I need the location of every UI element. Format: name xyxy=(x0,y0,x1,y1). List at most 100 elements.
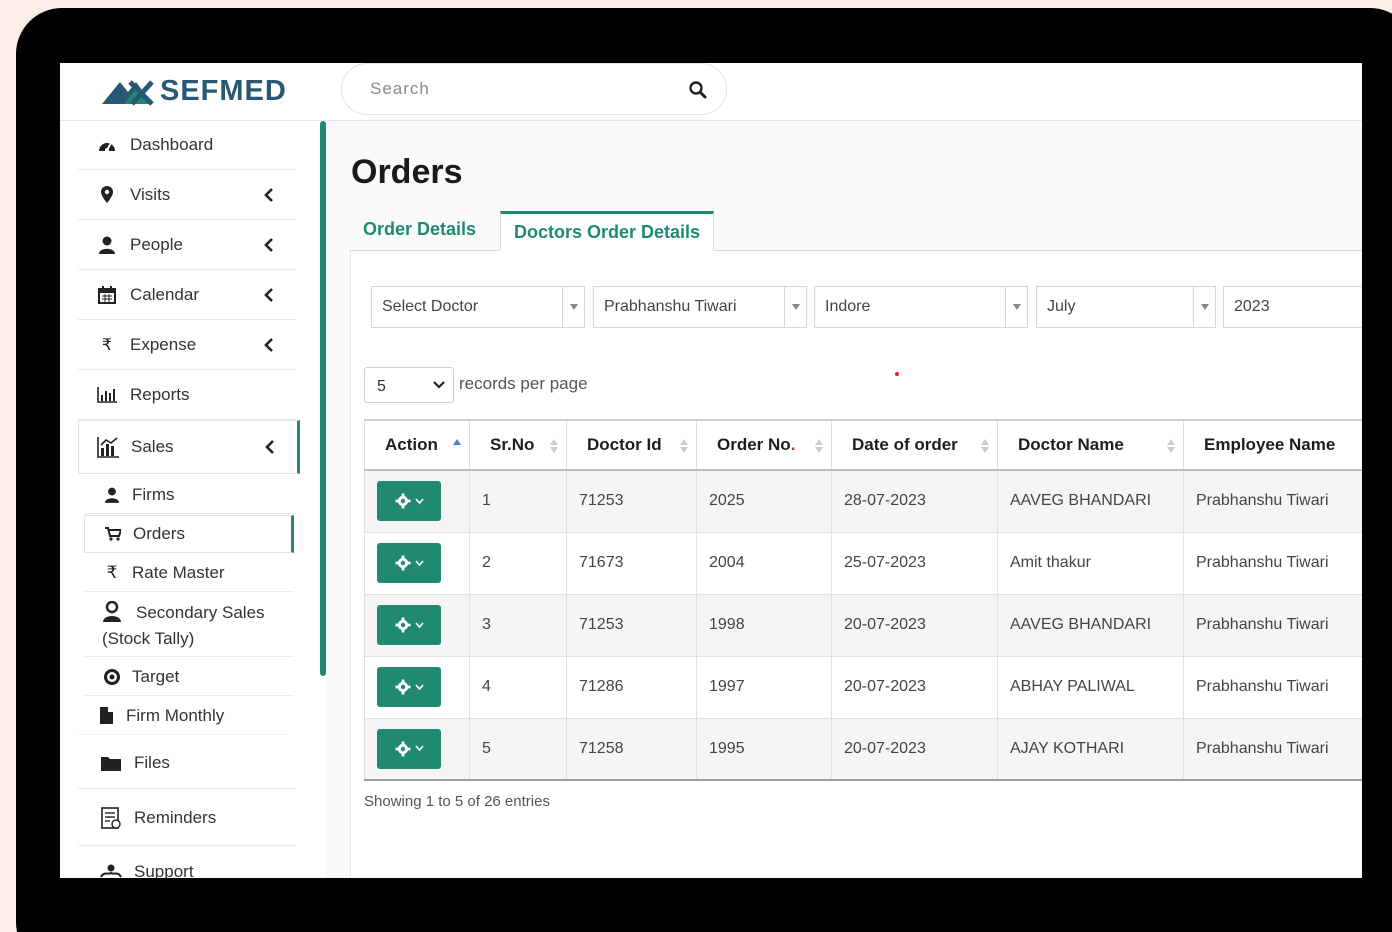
sidebar-item-sales[interactable]: Sales xyxy=(78,420,300,474)
city-select-value: Indore xyxy=(825,298,871,315)
sidebar-item-label: Support xyxy=(134,862,194,878)
employee-select-value: Prabhanshu Tiwari xyxy=(604,298,737,315)
employee-name-cell: Prabhanshu Tiwari xyxy=(1183,593,1362,657)
sort-icon xyxy=(981,439,989,453)
dropdown-arrow-icon xyxy=(1193,287,1215,327)
column-header-doctor-name[interactable]: Doctor Name xyxy=(997,419,1184,471)
search-input[interactable] xyxy=(370,76,670,102)
column-label: Date of order xyxy=(852,435,958,454)
chevron-down-icon xyxy=(433,381,445,389)
logo-mark-icon xyxy=(102,80,154,106)
column-label: Doctor Name xyxy=(1018,435,1124,454)
chevron-down-icon xyxy=(414,745,424,752)
row-action-button[interactable] xyxy=(377,543,441,583)
doctor-select[interactable]: Select Doctor xyxy=(371,286,585,328)
sidebar-item-label: Visits xyxy=(130,185,171,204)
sidebar-item-reminders[interactable]: Reminders xyxy=(78,790,296,846)
search-icon[interactable] xyxy=(686,78,710,102)
sidebar-subitem-label: Rate Master xyxy=(132,562,225,582)
action-cell xyxy=(364,469,470,533)
records-per-page-select[interactable]: 5 xyxy=(364,367,454,403)
action-cell xyxy=(364,717,470,781)
map-marker-icon xyxy=(96,184,118,206)
records-per-page-value: 5 xyxy=(377,378,386,395)
sidebar-item-expense[interactable]: ₹ Expense xyxy=(78,321,296,370)
dropdown-arrow-icon xyxy=(562,287,584,327)
city-select[interactable]: Indore xyxy=(814,286,1028,328)
file-icon xyxy=(96,707,116,724)
sidebar: Dashboard Visits People Calendar ₹ Expen xyxy=(60,121,326,878)
sidebar-subitem-rate-master[interactable]: ₹ Rate Master xyxy=(84,554,294,592)
sidebar-item-label: Sales xyxy=(131,437,174,456)
sidebar-subitem-label: Target xyxy=(132,666,180,686)
row-action-button[interactable] xyxy=(377,667,441,707)
table-row: 5 71258 1995 20-07-2023 AJAY KOTHARI Prabhans… xyxy=(364,717,1362,781)
month-select-value: July xyxy=(1047,298,1076,315)
order-no-cell: 2004 xyxy=(696,531,832,595)
sidebar-subitem-firms[interactable]: Firms xyxy=(84,476,294,514)
sidebar-subitem-target[interactable]: Target xyxy=(84,658,294,696)
table-header-row: Action Sr.No Doctor Id Order No. Date of… xyxy=(364,419,1362,471)
column-header-date[interactable]: Date of order xyxy=(831,419,998,471)
tab-order-details[interactable]: Order Details xyxy=(350,211,489,251)
dropdown-arrow-icon xyxy=(784,287,806,327)
column-header-doctor-id[interactable]: Doctor Id xyxy=(566,419,697,471)
sidebar-item-calendar[interactable]: Calendar xyxy=(78,271,296,320)
column-label: Doctor Id xyxy=(587,435,662,454)
order-no-cell: 1997 xyxy=(696,655,832,719)
table-row: 4 71286 1997 20-07-2023 ABHAY PALIWAL Prabhan… xyxy=(364,655,1362,719)
sidebar-item-label: Reports xyxy=(130,385,190,404)
row-action-button[interactable] xyxy=(377,728,441,769)
required-dot: . xyxy=(790,435,796,454)
sidebar-item-support[interactable]: Support xyxy=(78,847,296,878)
sort-icon xyxy=(815,439,823,453)
column-label: Action xyxy=(385,435,438,454)
column-header-order-no[interactable]: Order No. xyxy=(696,419,832,471)
order-date-cell: 20-07-2023 xyxy=(831,655,998,719)
doctor-id-cell: 71253 xyxy=(566,593,697,657)
tab-doctors-order-details[interactable]: Doctors Order Details xyxy=(500,211,715,251)
column-header-employee-name[interactable]: Employee Name xyxy=(1183,419,1362,471)
table-row: 3 71253 1998 20-07-2023 AAVEG BHANDARI Prabha… xyxy=(364,593,1362,657)
sidebar-subitem-secondary-sales[interactable]: Secondary Sales (Stock Tally) xyxy=(84,593,294,657)
order-date-cell: 20-07-2023 xyxy=(831,717,998,781)
doctor-name-cell: AJAY KOTHARI xyxy=(997,717,1184,781)
sr-no-cell: 3 xyxy=(469,593,567,657)
cart-icon xyxy=(103,527,123,541)
action-cell xyxy=(364,531,470,595)
sort-icon xyxy=(1167,439,1175,453)
sidebar-item-visits[interactable]: Visits xyxy=(78,171,296,220)
doctor-name-cell: AAVEG BHANDARI xyxy=(997,469,1184,533)
brand-logo[interactable]: SEFMED xyxy=(102,71,287,111)
sidebar-subitem-orders[interactable]: Orders xyxy=(84,515,294,553)
row-action-button[interactable] xyxy=(377,605,441,645)
doctor-id-cell: 71258 xyxy=(566,717,697,781)
bar-chart-icon xyxy=(96,384,118,406)
month-select[interactable]: July xyxy=(1036,286,1216,328)
sidebar-item-files[interactable]: Files xyxy=(78,737,296,789)
sidebar-subitem-firm-monthly[interactable]: Firm Monthly xyxy=(78,697,288,735)
sort-asc-icon xyxy=(453,439,461,445)
chevron-down-icon xyxy=(414,683,424,690)
sales-chart-icon xyxy=(97,436,119,458)
action-cell xyxy=(364,655,470,719)
order-no-cell: 1998 xyxy=(696,593,832,657)
column-header-sr-no[interactable]: Sr.No xyxy=(469,419,567,471)
sidebar-item-reports[interactable]: Reports xyxy=(78,371,296,420)
sidebar-item-dashboard[interactable]: Dashboard xyxy=(78,121,296,170)
chevron-down-icon xyxy=(414,621,424,628)
column-label: Order No xyxy=(717,435,791,454)
sr-no-cell: 1 xyxy=(469,469,567,533)
top-bar: SEFMED xyxy=(60,63,1362,121)
row-action-button[interactable] xyxy=(377,481,441,522)
chevron-down-icon xyxy=(414,498,424,504)
sr-no-cell: 2 xyxy=(469,531,567,595)
records-per-page-label: records per page xyxy=(459,374,588,393)
employee-select[interactable]: Prabhanshu Tiwari xyxy=(593,286,807,328)
table-row: 2 71673 2004 25-07-2023 Amit thakur Prabhansh… xyxy=(364,531,1362,595)
people-icon xyxy=(102,601,122,623)
table-row: 1 71253 2025 28-07-2023 AAVEG BHANDARI Prabha… xyxy=(364,469,1362,533)
year-select[interactable]: 2023 xyxy=(1223,286,1362,328)
sidebar-item-people[interactable]: People xyxy=(78,221,296,270)
column-header-action[interactable]: Action xyxy=(364,419,470,471)
